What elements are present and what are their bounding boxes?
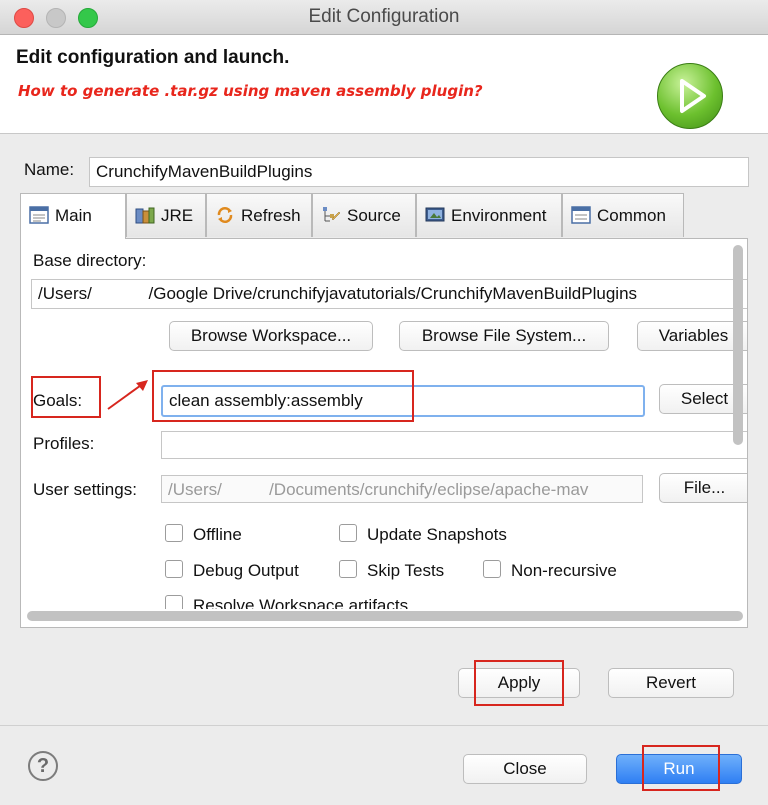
run-highlight: [642, 745, 720, 791]
base-directory-label: Base directory:: [33, 251, 147, 270]
name-label: Name:: [24, 160, 75, 179]
tab-main[interactable]: Main: [20, 193, 126, 239]
tab-environment-label: Environment: [451, 206, 547, 225]
goals-input-highlight: [152, 370, 414, 422]
source-icon: [321, 197, 341, 222]
skip-tests-checkbox-box[interactable]: [339, 560, 357, 578]
update-snapshots-checkbox-box[interactable]: [339, 524, 357, 542]
user-settings-label: User settings:: [33, 480, 137, 499]
vertical-scrollbar[interactable]: [733, 245, 743, 445]
tab-refresh[interactable]: Refresh: [206, 193, 312, 237]
jre-icon: [135, 197, 155, 224]
dialog-header: Edit configuration and launch. How to ge…: [0, 35, 768, 134]
divider: [0, 725, 768, 726]
file-button[interactable]: File...: [659, 473, 747, 503]
header-message: How to generate .tar.gz using maven asse…: [18, 82, 483, 100]
help-icon[interactable]: ?: [28, 751, 58, 781]
skip-tests-checkbox[interactable]: Skip Tests: [339, 560, 444, 581]
resolve-workspace-checkbox[interactable]: Resolve Workspace artifacts: [165, 595, 408, 609]
resolve-workspace-label: Resolve Workspace artifacts: [193, 596, 409, 609]
debug-output-label: Debug Output: [193, 561, 299, 580]
offline-checkbox[interactable]: Offline: [165, 524, 242, 545]
variables-button[interactable]: Variables: [637, 321, 747, 351]
tab-environment[interactable]: Environment: [416, 193, 562, 237]
goals-label-highlight: [31, 376, 101, 418]
tab-common[interactable]: Common: [562, 193, 684, 237]
main-tab-icon: [29, 197, 49, 224]
apply-highlight: [474, 660, 564, 706]
horizontal-scrollbar[interactable]: [27, 611, 743, 621]
tab-common-label: Common: [597, 206, 666, 225]
tab-source[interactable]: Source: [312, 193, 416, 237]
profiles-label: Profiles:: [33, 434, 95, 453]
name-input[interactable]: CrunchifyMavenBuildPlugins: [89, 157, 749, 187]
tab-source-label: Source: [347, 206, 401, 225]
tab-refresh-label: Refresh: [241, 206, 301, 225]
offline-checkbox-box[interactable]: [165, 524, 183, 542]
non-recursive-label: Non-recursive: [511, 561, 617, 580]
user-settings-input[interactable]: /Users/ /Documents/crunchify/eclipse/apa…: [161, 475, 643, 503]
update-snapshots-checkbox[interactable]: Update Snapshots: [339, 524, 507, 545]
skip-tests-label: Skip Tests: [367, 561, 445, 580]
resolve-workspace-checkbox-box[interactable]: [165, 595, 183, 609]
base-directory-input[interactable]: /Users/ /Google Drive/crunchifyjavatutor…: [31, 279, 747, 309]
update-snapshots-label: Update Snapshots: [367, 525, 507, 544]
debug-output-checkbox-box[interactable]: [165, 560, 183, 578]
tab-jre-label: JRE: [161, 206, 194, 225]
revert-button[interactable]: Revert: [608, 668, 734, 698]
close-button[interactable]: Close: [463, 754, 587, 784]
common-icon: [571, 197, 591, 224]
refresh-icon: [215, 197, 235, 223]
offline-label: Offline: [193, 525, 242, 544]
browse-file-system-button[interactable]: Browse File System...: [399, 321, 609, 351]
environment-icon: [425, 197, 445, 222]
tab-bar: Main JRE Refresh Source Environment Comm…: [20, 193, 748, 239]
debug-output-checkbox[interactable]: Debug Output: [165, 560, 299, 581]
main-tab-panel: Base directory: /Users/ /Google Drive/cr…: [20, 238, 748, 628]
non-recursive-checkbox[interactable]: Non-recursive: [483, 560, 617, 581]
tab-main-label: Main: [55, 206, 92, 225]
window-titlebar: Edit Configuration: [0, 0, 768, 35]
non-recursive-checkbox-box[interactable]: [483, 560, 501, 578]
window-title: Edit Configuration: [308, 6, 460, 27]
run-launch-icon: [657, 63, 723, 129]
profiles-input[interactable]: [161, 431, 747, 459]
browse-workspace-button[interactable]: Browse Workspace...: [169, 321, 373, 351]
tab-jre[interactable]: JRE: [126, 193, 206, 237]
annotation-arrow-icon: [107, 380, 148, 410]
header-title: Edit configuration and launch.: [16, 47, 290, 68]
